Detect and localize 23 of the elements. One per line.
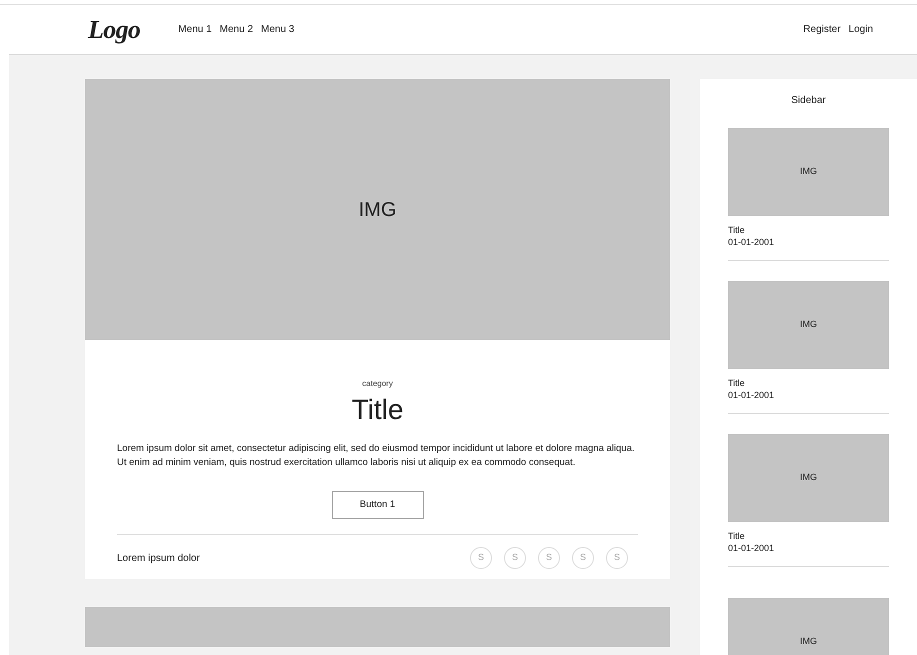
image-label: IMG: [800, 471, 817, 484]
menu-link[interactable]: Menu 1: [178, 22, 212, 37]
logo[interactable]: Logo: [88, 10, 140, 49]
primary-button[interactable]: Button 1: [332, 491, 424, 519]
sidebar-title: Sidebar: [791, 94, 826, 108]
item-title[interactable]: Title: [728, 530, 889, 542]
post-title: Title: [350, 393, 404, 427]
item-date: 01-01-2001: [728, 389, 776, 401]
header-link[interactable]: Login: [848, 22, 873, 37]
item-title[interactable]: Title: [728, 224, 889, 236]
image-label: IMG: [358, 198, 396, 222]
category-label: category: [361, 378, 394, 390]
item-date: 01-01-2001: [728, 236, 776, 248]
image-label: IMG: [800, 318, 817, 332]
image-label: IMG: [800, 635, 817, 648]
header-link[interactable]: Register: [803, 22, 841, 37]
menu-link[interactable]: Menu 2: [220, 22, 254, 37]
item-date: 01-01-2001: [728, 542, 776, 554]
menu-link[interactable]: Menu 3: [261, 22, 294, 37]
item-title[interactable]: Title: [728, 377, 889, 389]
image-label: IMG: [800, 165, 817, 178]
footer-text: Lorem ipsum dolor: [117, 552, 200, 566]
post-body: Lorem ipsum dolor sit amet, consectetur adipiscing elit, sed do eiusmod tempor incididunt ut labore et dolore magna aliqua. Ut enim ad minim veniam, quis nostrud exercitation ullamco laboris nisi ut aliquip ex ea commodo consequat.: [117, 442, 636, 470]
